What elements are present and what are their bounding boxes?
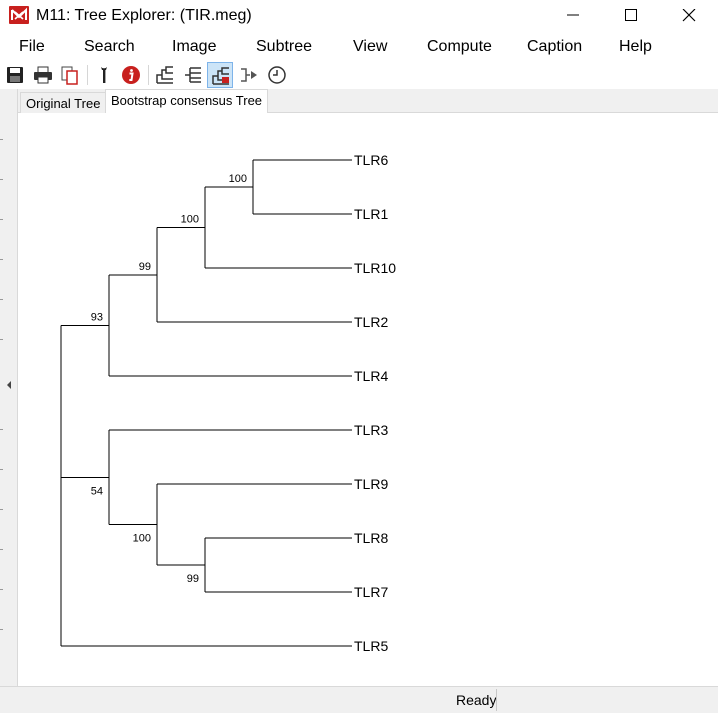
taxon-label[interactable]: TLR7 bbox=[354, 584, 388, 600]
menu-bar: File Search Image Subtree View Compute C… bbox=[0, 34, 718, 58]
splitter-tick bbox=[0, 299, 3, 300]
status-text: Ready bbox=[456, 692, 497, 708]
splitter-tick bbox=[0, 429, 3, 430]
splitter-tick bbox=[0, 509, 3, 510]
close-button[interactable] bbox=[660, 0, 718, 32]
print-button[interactable] bbox=[30, 62, 56, 88]
menu-subtree[interactable]: Subtree bbox=[256, 37, 312, 57]
taxon-label[interactable]: TLR5 bbox=[354, 638, 388, 654]
tree-canvas[interactable]: TLR6 TLR1 TLR10 TLR2 TLR4 TLR3 TLR9 TLR8 TLR7 TLR… bbox=[19, 113, 718, 686]
taxon-label[interactable]: TLR10 bbox=[354, 260, 396, 276]
mega-logo-icon[interactable] bbox=[9, 6, 29, 24]
taxon-label[interactable]: TLR8 bbox=[354, 530, 388, 546]
copy-icon bbox=[61, 66, 78, 85]
taxon-label[interactable]: TLR3 bbox=[354, 422, 388, 438]
clock-icon bbox=[268, 66, 286, 84]
timetree-button[interactable] bbox=[264, 62, 290, 88]
menu-file[interactable]: File bbox=[19, 37, 45, 57]
rectangular-tree-button[interactable] bbox=[152, 62, 178, 88]
bootstrap-value[interactable]: 99 bbox=[139, 261, 151, 273]
minimize-button[interactable] bbox=[544, 0, 602, 32]
save-button[interactable] bbox=[2, 62, 28, 88]
save-icon bbox=[7, 67, 23, 83]
tab-original-tree[interactable]: Original Tree bbox=[20, 92, 107, 113]
splitter-tick bbox=[0, 219, 3, 220]
minimize-icon bbox=[567, 14, 579, 16]
topology-tree-icon bbox=[212, 67, 229, 85]
phylogenetic-tree[interactable]: TLR6 TLR1 TLR10 TLR2 TLR4 TLR3 TLR9 TLR8 TLR7 TLR… bbox=[19, 113, 718, 686]
splitter-tick bbox=[0, 549, 3, 550]
bootstrap-value[interactable]: 93 bbox=[91, 311, 103, 323]
tab-bootstrap-consensus-tree[interactable]: Bootstrap consensus Tree bbox=[105, 89, 269, 114]
subtree-button[interactable] bbox=[236, 62, 262, 88]
splitter-tick bbox=[0, 139, 3, 140]
status-bar: Ready bbox=[0, 686, 718, 713]
toolbar bbox=[0, 61, 718, 90]
copy-button[interactable] bbox=[57, 62, 83, 88]
taxon-label[interactable]: TLR9 bbox=[354, 476, 388, 492]
taxon-label[interactable]: TLR6 bbox=[354, 152, 388, 168]
subtree-arrow-icon bbox=[241, 68, 257, 82]
bootstrap-value[interactable]: 54 bbox=[91, 485, 103, 497]
rectangular-tree-icon bbox=[156, 66, 173, 84]
taxon-label[interactable]: TLR2 bbox=[354, 314, 388, 330]
left-panel-splitter[interactable] bbox=[0, 89, 18, 686]
tab-strip: Original Tree Bootstrap consensus Tree bbox=[18, 89, 718, 114]
bootstrap-value[interactable]: 99 bbox=[187, 573, 199, 585]
splitter-tick bbox=[0, 339, 3, 340]
straight-tree-icon bbox=[185, 67, 201, 83]
options-button[interactable] bbox=[91, 62, 117, 88]
menu-caption[interactable]: Caption bbox=[527, 37, 582, 57]
taxon-label[interactable]: TLR4 bbox=[354, 368, 388, 384]
splitter-tick bbox=[0, 259, 3, 260]
toolbar-separator bbox=[87, 65, 88, 85]
straight-tree-button[interactable] bbox=[180, 62, 206, 88]
bootstrap-value[interactable]: 100 bbox=[229, 173, 247, 185]
splitter-tick bbox=[0, 179, 3, 180]
splitter-tick bbox=[0, 469, 3, 470]
collapse-arrow-icon[interactable] bbox=[7, 381, 11, 389]
close-icon bbox=[682, 9, 696, 22]
menu-image[interactable]: Image bbox=[172, 37, 216, 57]
topology-tree-button[interactable] bbox=[207, 62, 233, 88]
maximize-icon bbox=[625, 9, 637, 21]
window-title: M11: Tree Explorer: (TIR.meg) bbox=[36, 7, 252, 24]
wrench-icon bbox=[101, 67, 107, 83]
status-panel bbox=[496, 689, 718, 711]
maximize-button[interactable] bbox=[602, 0, 660, 32]
bootstrap-value[interactable]: 100 bbox=[133, 533, 151, 545]
menu-help[interactable]: Help bbox=[619, 37, 652, 57]
taxon-label[interactable]: TLR1 bbox=[354, 206, 388, 222]
menu-search[interactable]: Search bbox=[84, 37, 135, 57]
splitter-tick bbox=[0, 589, 3, 590]
splitter-tick bbox=[0, 629, 3, 630]
info-icon bbox=[122, 66, 140, 84]
info-button[interactable] bbox=[118, 62, 144, 88]
menu-compute[interactable]: Compute bbox=[427, 37, 492, 57]
title-bar: M11: Tree Explorer: (TIR.meg) bbox=[0, 0, 718, 32]
menu-view[interactable]: View bbox=[353, 37, 387, 57]
toolbar-separator bbox=[148, 65, 149, 85]
bootstrap-value[interactable]: 100 bbox=[181, 214, 199, 226]
print-icon bbox=[34, 66, 52, 84]
